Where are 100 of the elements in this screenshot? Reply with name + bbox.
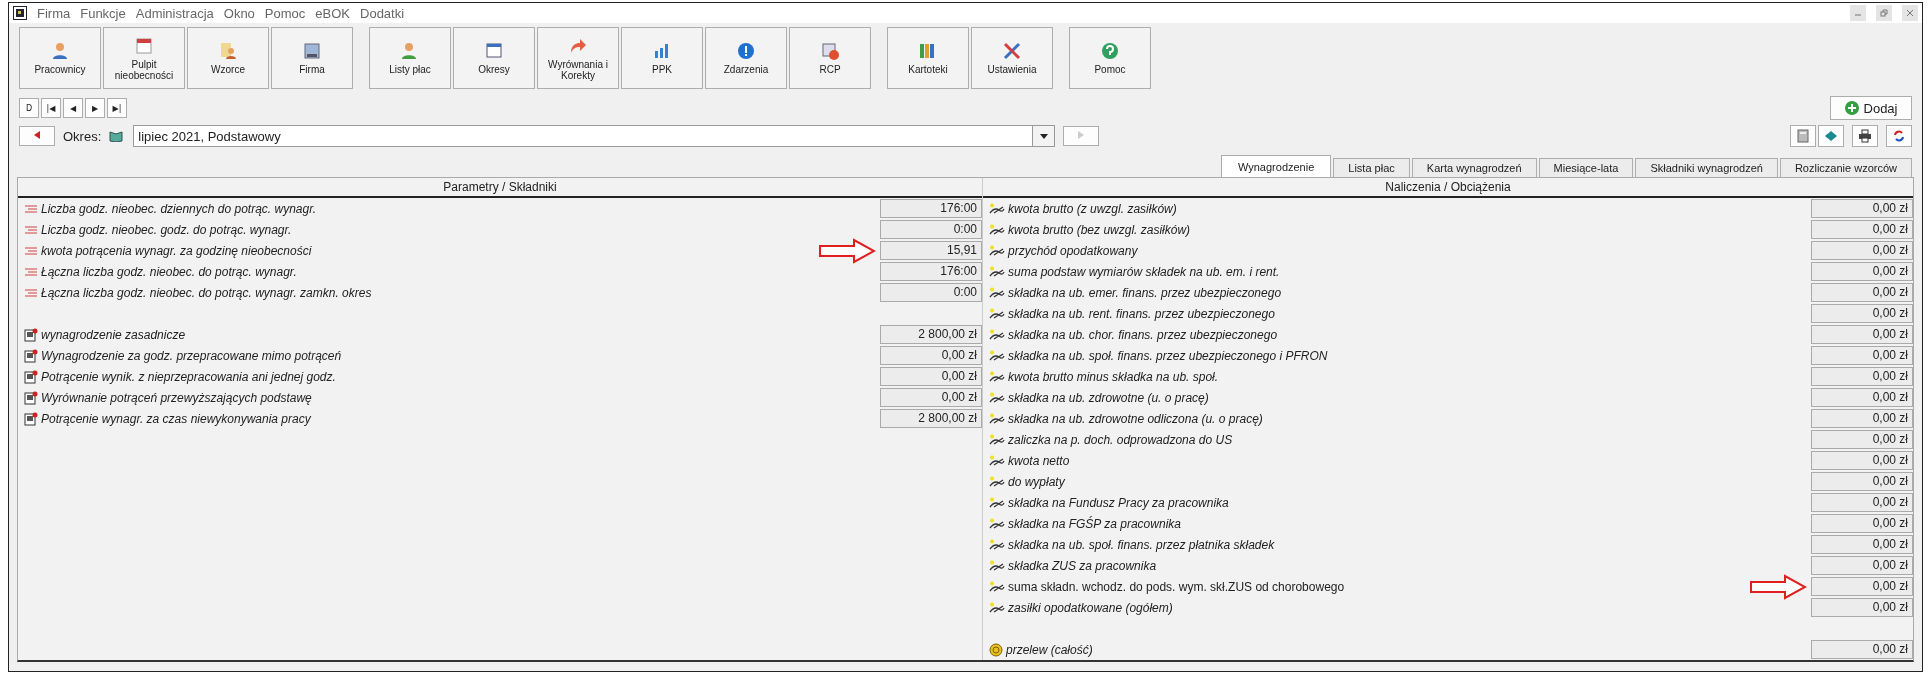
toolbar-button[interactable]: Wyrównania i Korekty bbox=[537, 27, 619, 89]
pen-icon bbox=[989, 286, 1005, 299]
charge-label: składka na ub. społ. finans. przez ubezpieczonego i PFRON bbox=[1008, 348, 1328, 363]
value-field: 0,00 zł bbox=[1811, 220, 1913, 239]
menu-item[interactable]: Pomoc bbox=[264, 5, 306, 21]
pen-icon bbox=[989, 538, 1005, 551]
value-field: 2 800,00 zł bbox=[880, 325, 982, 344]
charge-label: kwota brutto minus składka na ub. społ. bbox=[1008, 369, 1219, 384]
toolbar-button[interactable]: Pomoc bbox=[1069, 27, 1151, 89]
refresh-button[interactable] bbox=[1886, 125, 1912, 147]
toolbar-button[interactable]: PPK bbox=[621, 27, 703, 89]
close-icon[interactable] bbox=[1902, 5, 1918, 21]
pen-icon bbox=[989, 559, 1005, 572]
info-icon bbox=[736, 41, 756, 61]
value-field: 0,00 zł bbox=[1811, 241, 1913, 260]
value-field: 176:00 bbox=[880, 262, 982, 281]
pen-icon bbox=[989, 454, 1005, 467]
toolbar-button[interactable]: Ustawienia bbox=[971, 27, 1053, 89]
value-field: 0,00 zł bbox=[1811, 304, 1913, 323]
triangle-icon bbox=[1078, 131, 1085, 139]
toolbar-button[interactable]: Pracownicy bbox=[19, 27, 101, 89]
charge-label: składka na ub. chor. finans. przez ubezpieczonego bbox=[1008, 327, 1278, 342]
charge-label: składka na ub. rent. finans. przez ubezpieczonego bbox=[1008, 306, 1275, 321]
navigation-button[interactable]: ◀ bbox=[63, 98, 83, 118]
list-icon bbox=[24, 203, 38, 214]
list-icon bbox=[24, 224, 38, 235]
app-icon bbox=[13, 6, 27, 20]
pen-icon bbox=[989, 475, 1005, 488]
toolbar-button[interactable]: Wzorce bbox=[187, 27, 269, 89]
menu-item[interactable]: eBOK bbox=[315, 5, 350, 21]
menu-item[interactable]: Okno bbox=[223, 5, 255, 21]
charge-label: składka na ub. społ. finans. przez płatnika składek bbox=[1008, 537, 1275, 552]
navigation-button[interactable]: |◀ bbox=[41, 98, 61, 118]
charge-label: składka na Fundusz Pracy za pracownika bbox=[1008, 495, 1229, 510]
value-field: 0:00 bbox=[880, 220, 982, 239]
tab[interactable]: Składniki wynagrodzeń bbox=[1635, 158, 1778, 177]
toolbar-button[interactable]: Zdarzenia bbox=[705, 27, 787, 89]
pen-icon bbox=[989, 328, 1005, 341]
value-field: 0,00 zł bbox=[880, 388, 982, 407]
charge-label: przychód opodatkowany bbox=[1008, 243, 1138, 258]
parameter-label: Łączna liczba godz. nieobec. do potrąc. wynagr. bbox=[41, 264, 297, 279]
list-icon bbox=[24, 287, 38, 298]
menu-item[interactable]: Firma bbox=[37, 5, 71, 21]
add-button[interactable]: Dodaj bbox=[1830, 96, 1912, 120]
tab[interactable]: Lista płac bbox=[1333, 158, 1410, 177]
toolbar-button[interactable]: RCP bbox=[789, 27, 871, 89]
menu-item[interactable]: Funkcje bbox=[80, 5, 126, 21]
value-field: 0,00 zł bbox=[1811, 493, 1913, 512]
coin-icon bbox=[989, 642, 1003, 657]
period-dropdown[interactable]: lipiec 2021, Podstawowy bbox=[133, 125, 1056, 147]
column-header: Naliczenia / Obciążenia bbox=[983, 178, 1913, 198]
value-field: 0,00 zł bbox=[1811, 388, 1913, 407]
navigation-button[interactable]: ▶ bbox=[85, 98, 105, 118]
tab[interactable]: Rozliczanie wzorców bbox=[1779, 158, 1912, 177]
pen-icon bbox=[989, 223, 1005, 236]
charge-label: zasiłki opodatkowane (ogółem) bbox=[1008, 600, 1173, 615]
toolbar-button[interactable]: Kartoteki bbox=[887, 27, 969, 89]
pen-icon bbox=[989, 517, 1005, 530]
print-button[interactable] bbox=[1852, 125, 1878, 147]
value-field: 0,00 zł bbox=[880, 346, 982, 365]
tab[interactable]: Miesiące-lata bbox=[1538, 158, 1634, 177]
pen-icon bbox=[989, 265, 1005, 278]
parameter-label: Liczba godz. nieobec. dziennych do potrąc. wynagr. bbox=[41, 201, 317, 216]
book-button[interactable] bbox=[1818, 125, 1844, 147]
value-field: 0,00 zł bbox=[1811, 514, 1913, 533]
value-field: 176:00 bbox=[880, 199, 982, 218]
calendar-icon bbox=[134, 35, 154, 56]
toolbar-button[interactable]: Firma bbox=[271, 27, 353, 89]
document-icon bbox=[24, 411, 38, 426]
value-field: 0,00 zł bbox=[1811, 283, 1913, 302]
component-label: Potrącenie wynik. z nieprzepracowania ani jednej godz. bbox=[41, 369, 336, 384]
previous-button[interactable] bbox=[19, 126, 55, 146]
people-icon bbox=[218, 41, 238, 61]
tools-icon bbox=[1002, 41, 1022, 61]
value-field: 0,00 zł bbox=[1811, 472, 1913, 491]
restore-icon[interactable] bbox=[1876, 5, 1892, 21]
menu-item[interactable]: Administracja bbox=[135, 5, 214, 21]
menu-item[interactable]: Dodatki bbox=[360, 5, 405, 21]
calculator-button[interactable] bbox=[1790, 125, 1816, 147]
toolbar-button[interactable]: Okresy bbox=[453, 27, 535, 89]
value-field: 0,00 zł bbox=[1811, 556, 1913, 575]
charge-label: składka na ub. zdrowotne odliczona (u. o pracę) bbox=[1008, 411, 1263, 426]
next-button[interactable] bbox=[1063, 126, 1100, 146]
component-label: wynagrodzenie zasadnicze bbox=[41, 327, 186, 342]
charge-label: składka ZUS za pracownika bbox=[1008, 558, 1157, 573]
charge-label: kwota brutto (bez uwzgl. zasiłków) bbox=[1008, 222, 1191, 237]
pen-icon bbox=[989, 601, 1005, 614]
value-field: 0,00 zł bbox=[1811, 430, 1913, 449]
calculator-icon bbox=[1796, 129, 1810, 143]
navigation-button[interactable]: ▶| bbox=[107, 98, 127, 118]
triangle-icon bbox=[34, 131, 40, 139]
tab[interactable]: Wynagrodzenie bbox=[1220, 155, 1332, 177]
charge-label: zaliczka na p. doch. odprowadzona do US bbox=[1008, 432, 1233, 447]
navigation-button[interactable]: D bbox=[19, 98, 39, 118]
value-field: 0,00 zł bbox=[1811, 535, 1913, 554]
charge-label: składka na FGŚP za pracownika bbox=[1008, 516, 1181, 531]
pen-icon bbox=[989, 244, 1005, 257]
tab[interactable]: Karta wynagrodzeń bbox=[1411, 158, 1537, 177]
toolbar-button[interactable]: Listy płac bbox=[369, 27, 451, 89]
toolbar-button[interactable]: Pulpit nieobecności bbox=[103, 27, 185, 89]
